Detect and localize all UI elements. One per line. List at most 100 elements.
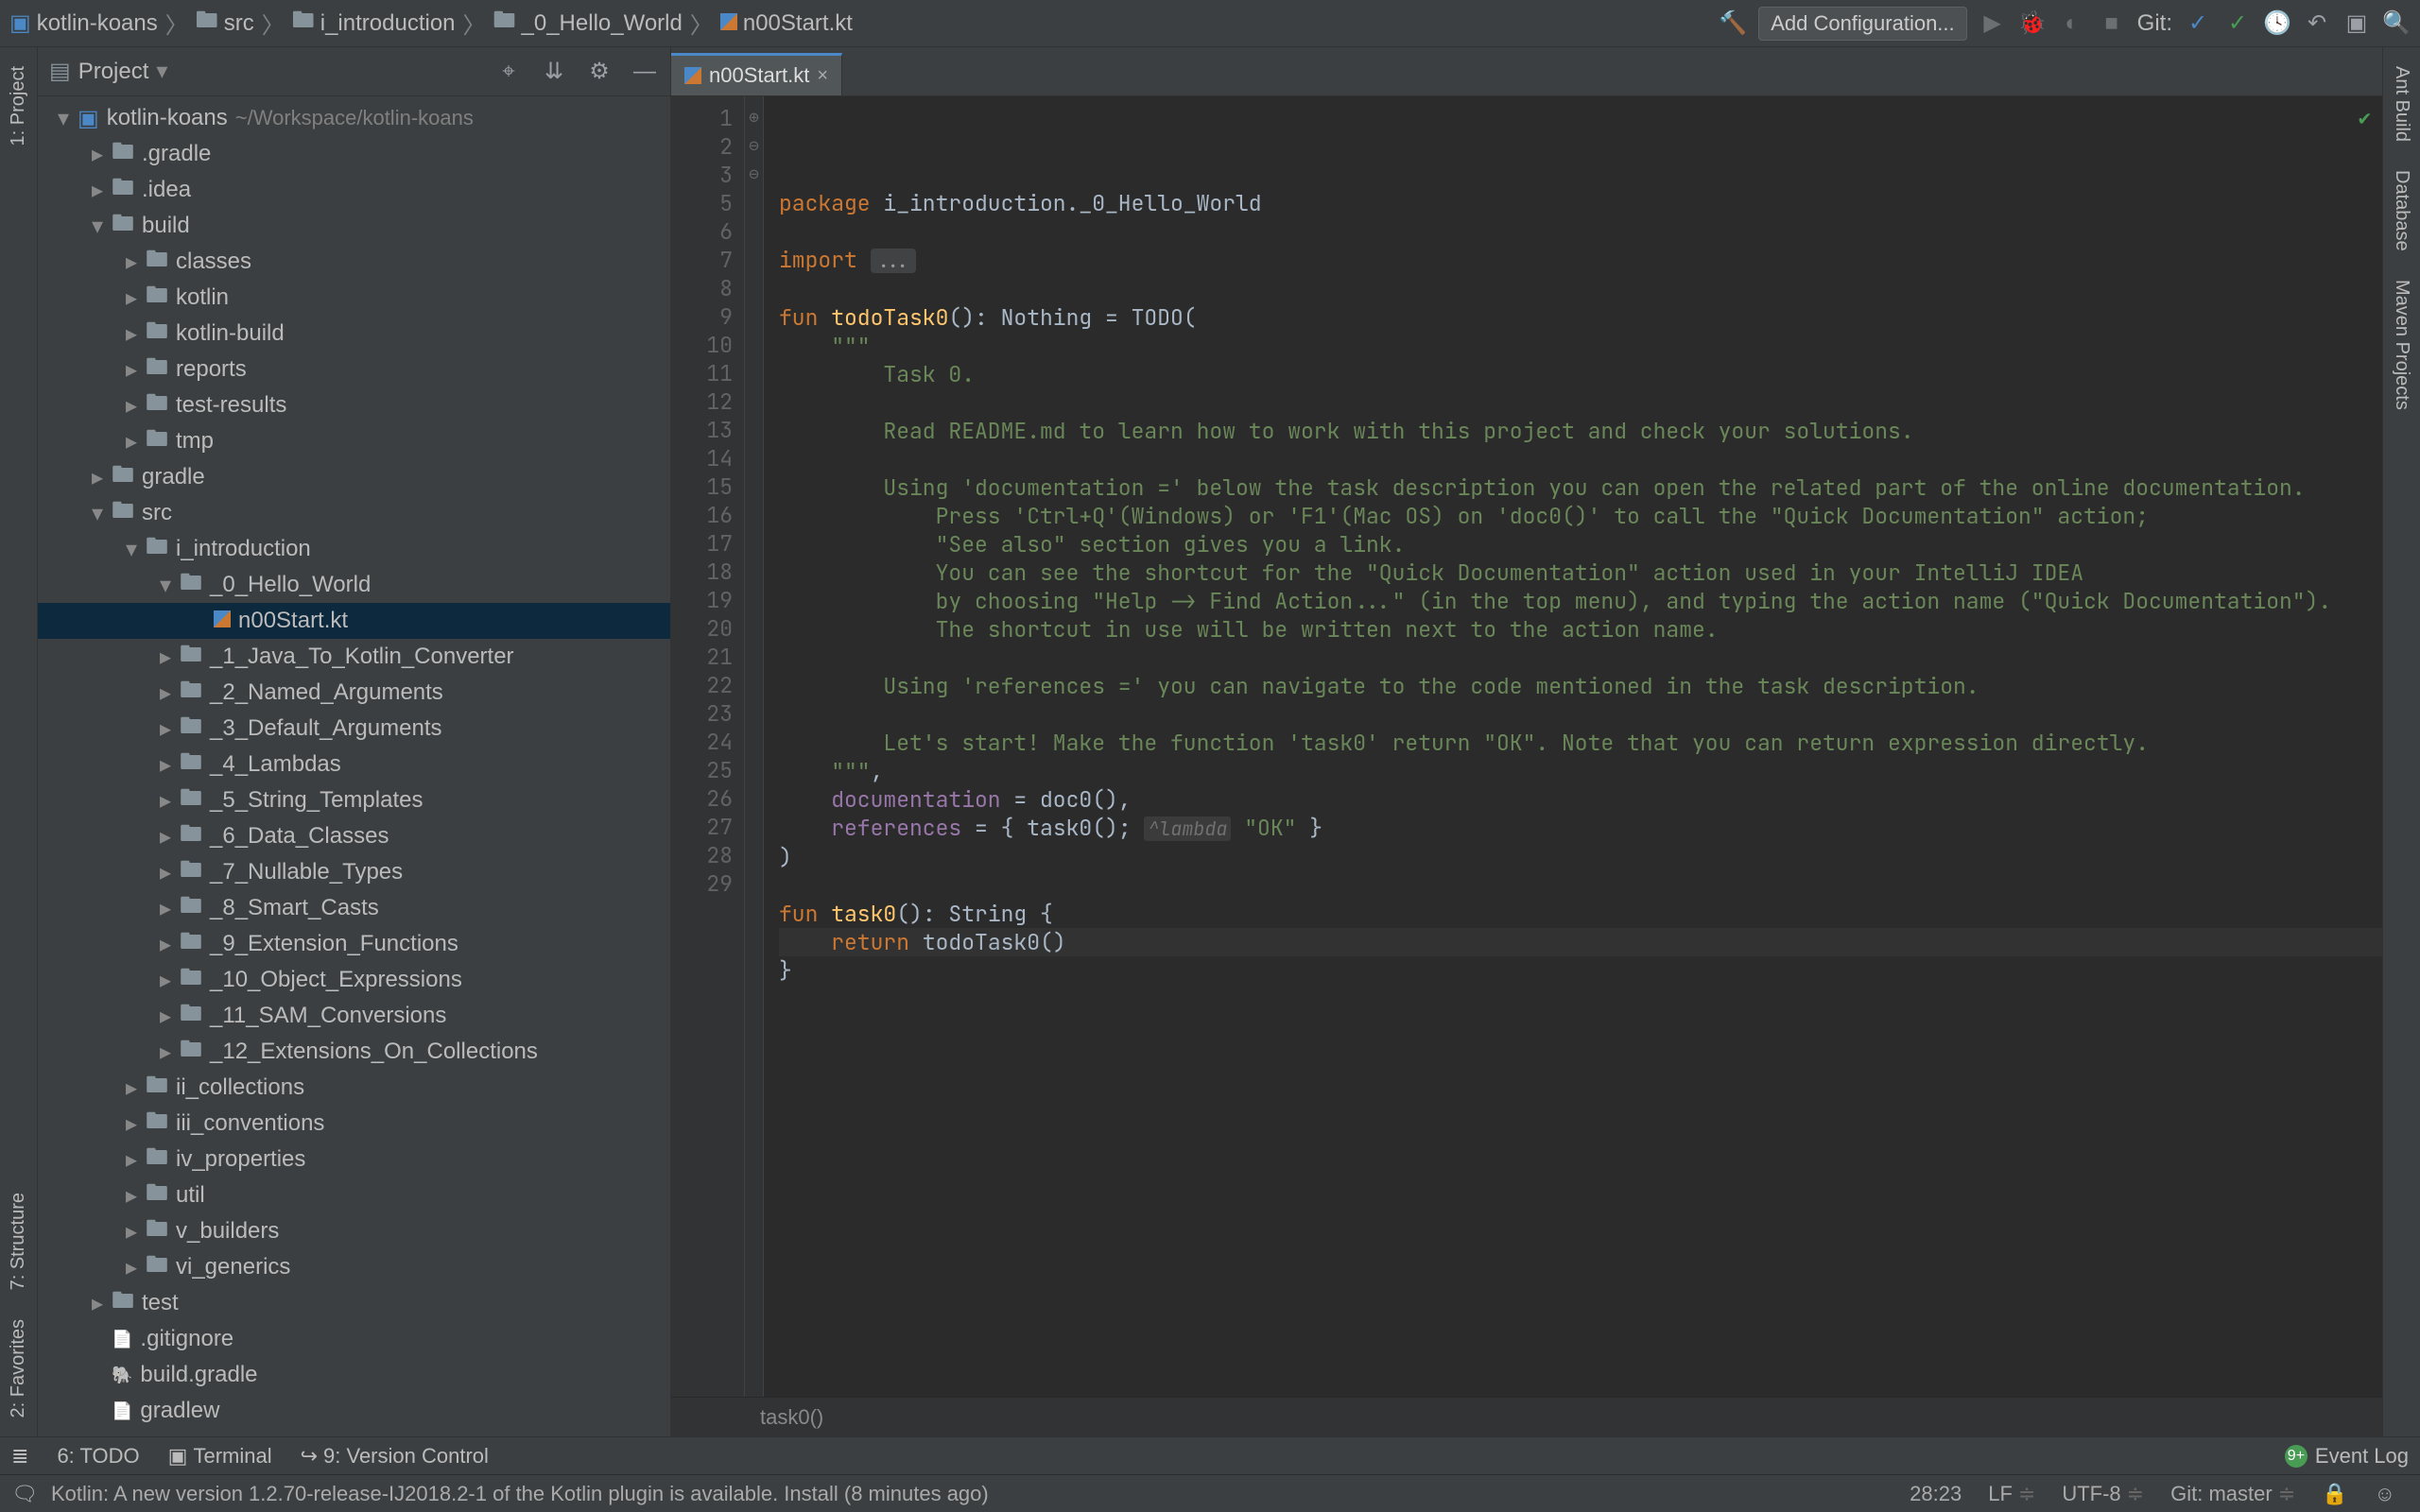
history-icon[interactable]: 🕓	[2263, 9, 2291, 38]
chevron-right-icon[interactable]: ▸	[125, 1110, 138, 1138]
editor-breadcrumb-item[interactable]: task0()	[760, 1405, 823, 1430]
tree-row[interactable]: ▸🖿_12_Extensions_On_Collections	[38, 1034, 670, 1070]
bottom-toggle-icon[interactable]: ≣	[11, 1444, 28, 1469]
tree-row[interactable]: ▾▣kotlin-koans ~/Workspace/kotlin-koans	[38, 100, 670, 136]
debug-icon[interactable]: 🐞	[2018, 9, 2047, 38]
chevron-right-icon[interactable]: ▸	[125, 320, 138, 348]
tree-row[interactable]: ▸🖿_1_Java_To_Kotlin_Converter	[38, 639, 670, 675]
tree-row[interactable]: ▸🖿classes	[38, 244, 670, 280]
tree-row[interactable]: n00Start.kt	[38, 603, 670, 639]
tree-row[interactable]: ▸🖿tmp	[38, 423, 670, 459]
event-log-tab[interactable]: 9+ Event Log	[2285, 1444, 2409, 1469]
tree-row[interactable]: 🐘build.gradle	[38, 1357, 670, 1393]
tree-row[interactable]: ▸🖿_8_Smart_Casts	[38, 890, 670, 926]
chevron-down-icon[interactable]: ▾	[91, 500, 104, 527]
chevron-right-icon[interactable]: ▸	[159, 751, 172, 779]
tree-row[interactable]: ▸🖿gradle	[38, 459, 670, 495]
chevron-right-icon[interactable]: ▸	[125, 249, 138, 276]
tool-window-tab[interactable]: 7: Structure	[8, 1183, 29, 1299]
collapse-all-icon[interactable]: ⇊	[540, 58, 568, 86]
chevron-right-icon[interactable]: ▸	[125, 1254, 138, 1281]
tree-row[interactable]: ▸🖿reports	[38, 352, 670, 387]
tree-row[interactable]: ▸🖿_9_Extension_Functions	[38, 926, 670, 962]
stop-icon[interactable]: ■	[2098, 9, 2126, 38]
ide-settings-icon[interactable]: ▣	[2342, 9, 2371, 38]
chevron-right-icon[interactable]: ▸	[125, 356, 138, 384]
file-encoding[interactable]: UTF-8 ≑	[2048, 1482, 2157, 1506]
chevron-right-icon[interactable]: ▸	[159, 1039, 172, 1066]
tree-row[interactable]: ▸🖿kotlin	[38, 280, 670, 316]
coverage-icon[interactable]: ◐	[2058, 9, 2086, 38]
hector-icon[interactable]: ☺	[2361, 1482, 2409, 1506]
chevron-down-icon[interactable]: ▾	[57, 105, 70, 132]
chevron-right-icon[interactable]: ▸	[91, 177, 104, 204]
git-commit-icon[interactable]: ✓	[2223, 9, 2252, 38]
breadcrumb-item[interactable]: 🖿src	[196, 4, 254, 43]
chevron-right-icon[interactable]: ▸	[159, 644, 172, 671]
settings-icon[interactable]: ⚙	[585, 58, 614, 86]
caret-position[interactable]: 28:23	[1896, 1482, 1975, 1506]
chevron-right-icon[interactable]: ▸	[159, 967, 172, 994]
todo-tab[interactable]: 6: TODO	[57, 1444, 139, 1469]
chevron-down-icon[interactable]: ▾	[125, 536, 138, 563]
breadcrumb-item[interactable]: ▣kotlin-koans	[9, 9, 158, 37]
chevron-right-icon[interactable]: ▸	[125, 392, 138, 420]
tree-row[interactable]: ▸🖿_6_Data_Classes	[38, 818, 670, 854]
breadcrumb-item[interactable]: 🖿i_introduction	[292, 4, 456, 43]
version-control-tab[interactable]: ↪9: Version Control	[301, 1444, 489, 1469]
chevron-right-icon[interactable]: ▸	[159, 787, 172, 815]
chevron-right-icon[interactable]: ▸	[159, 895, 172, 922]
tree-row[interactable]: 📄.gitignore	[38, 1321, 670, 1357]
chevron-down-icon[interactable]: ▾	[91, 213, 104, 240]
git-branch[interactable]: Git: master ≑	[2157, 1482, 2308, 1506]
locate-icon[interactable]: ⌖	[494, 58, 523, 86]
line-number-gutter[interactable]: 1235678910111213141516171819202122232425…	[671, 96, 745, 1397]
code-editor[interactable]: ✔ package i_introduction._0_Hello_World …	[764, 96, 2382, 1397]
tree-row[interactable]: ▸🖿_4_Lambdas	[38, 747, 670, 782]
chevron-right-icon[interactable]: ▸	[159, 859, 172, 886]
chevron-down-icon[interactable]: ▾	[159, 572, 172, 599]
tool-window-tab[interactable]: Maven Projects	[2391, 270, 2412, 420]
tree-row[interactable]: ▾🖿i_introduction	[38, 531, 670, 567]
chevron-right-icon[interactable]: ▸	[91, 464, 104, 491]
inspection-ok-icon[interactable]: ✔	[2359, 104, 2371, 132]
tree-row[interactable]: ▸🖿v_builders	[38, 1213, 670, 1249]
project-tree[interactable]: ▾▣kotlin-koans ~/Workspace/kotlin-koans▸…	[38, 96, 670, 1436]
add-configuration-button[interactable]: Add Configuration...	[1758, 7, 1966, 41]
chevron-right-icon[interactable]: ▸	[125, 1146, 138, 1174]
chevron-right-icon[interactable]: ▸	[91, 1290, 104, 1317]
chevron-right-icon[interactable]: ▸	[159, 715, 172, 743]
revert-icon[interactable]: ↶	[2303, 9, 2331, 38]
tree-row[interactable]: ▸🖿_3_Default_Arguments	[38, 711, 670, 747]
dropdown-icon[interactable]: ▾	[156, 58, 167, 85]
tree-row[interactable]: ▸🖿.gradle	[38, 136, 670, 172]
tree-row[interactable]: ▸🖿test	[38, 1285, 670, 1321]
tree-row[interactable]: ▸🖿util	[38, 1177, 670, 1213]
tree-row[interactable]: ▾🖿build	[38, 208, 670, 244]
chevron-right-icon[interactable]: ▸	[125, 284, 138, 312]
tree-row[interactable]: ▸🖿ii_collections	[38, 1070, 670, 1106]
tool-window-tab[interactable]: 1: Project	[8, 57, 29, 155]
hide-icon[interactable]: —	[631, 58, 659, 86]
tree-row[interactable]: ▸🖿_10_Object_Expressions	[38, 962, 670, 998]
status-notification-icon[interactable]: 🗨	[11, 1482, 38, 1506]
close-tab-icon[interactable]: ×	[817, 65, 828, 87]
build-icon[interactable]: 🔨	[1719, 9, 1747, 38]
tree-row[interactable]: ▸🖿kotlin-build	[38, 316, 670, 352]
line-separator[interactable]: LF ≑	[1975, 1482, 2048, 1506]
search-everywhere-icon[interactable]: 🔍	[2382, 9, 2411, 38]
tree-row[interactable]: ▾🖿_0_Hello_World	[38, 567, 670, 603]
tree-row[interactable]: ▸🖿iv_properties	[38, 1142, 670, 1177]
chevron-right-icon[interactable]: ▸	[159, 823, 172, 850]
tool-window-tab[interactable]: Database	[2391, 161, 2412, 261]
tree-row[interactable]: ▸🖿.idea	[38, 172, 670, 208]
chevron-right-icon[interactable]: ▸	[125, 1218, 138, 1246]
editor-tab[interactable]: n00Start.kt ×	[671, 53, 842, 95]
chevron-right-icon[interactable]: ▸	[125, 428, 138, 455]
tool-window-tab[interactable]: Ant Build	[2391, 57, 2412, 151]
chevron-right-icon[interactable]: ▸	[125, 1074, 138, 1102]
tree-row[interactable]: ▸🖿iii_conventions	[38, 1106, 670, 1142]
tree-row[interactable]: ▸🖿_5_String_Templates	[38, 782, 670, 818]
chevron-right-icon[interactable]: ▸	[159, 931, 172, 958]
git-update-icon[interactable]: ✓	[2184, 9, 2212, 38]
